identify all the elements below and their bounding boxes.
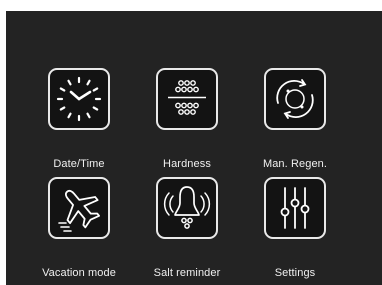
- water-hardness-icon: [168, 80, 206, 115]
- settings-button[interactable]: [264, 177, 326, 239]
- vacation-mode-button[interactable]: [48, 177, 110, 239]
- bell-reminder-icon: [163, 186, 211, 229]
- vacation-mode-label: Vacation mode: [42, 267, 116, 279]
- airplane-icon: [58, 189, 101, 232]
- clock-icon: [56, 76, 102, 122]
- man-regen-button[interactable]: [264, 68, 326, 130]
- man-regen-label: Man. Regen.: [262, 158, 328, 170]
- date-time-label: Date/Time: [53, 158, 105, 170]
- salt-reminder-button[interactable]: [156, 177, 218, 239]
- regeneration-cycle-icon: [276, 79, 314, 119]
- date-time-button[interactable]: [48, 68, 110, 130]
- control-panel-screen: Date/Time Hardness Man. Regen. Vacation …: [6, 11, 382, 285]
- hardness-button[interactable]: [156, 68, 218, 130]
- sliders-icon: [280, 187, 310, 229]
- salt-reminder-label: Salt reminder: [153, 267, 221, 279]
- settings-label: Settings: [274, 267, 316, 279]
- hardness-label: Hardness: [163, 158, 211, 170]
